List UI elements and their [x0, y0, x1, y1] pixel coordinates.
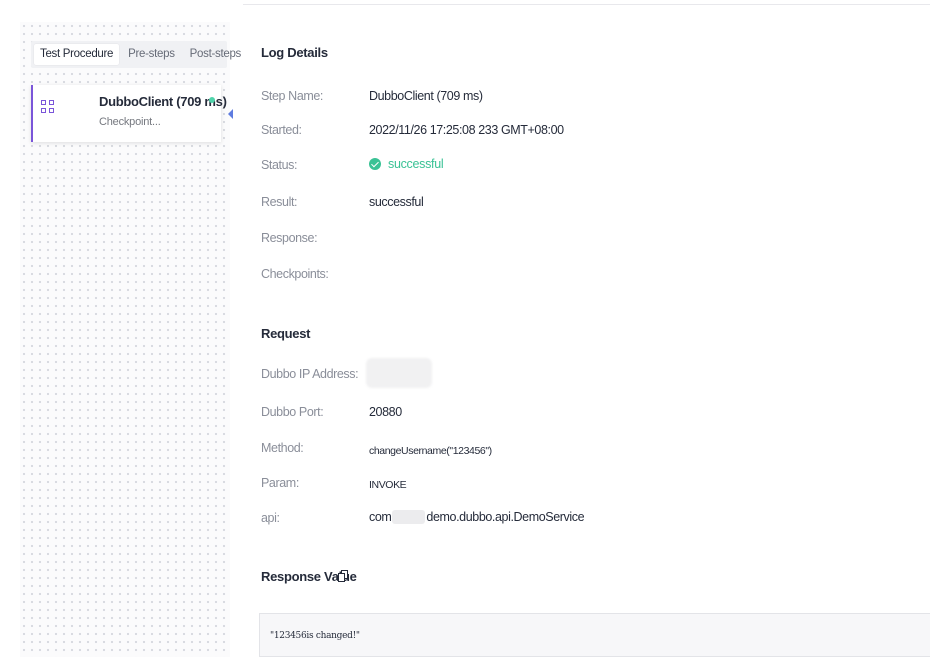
started-value: 2022/11/26 17:25:08 233 GMT+08:00 — [369, 123, 564, 137]
tab-test-procedure[interactable]: Test Procedure — [34, 44, 120, 65]
started-label: Started: — [261, 123, 302, 137]
dubbo-port-value: 20880 — [369, 405, 402, 419]
step-name-label: Step Name: — [261, 89, 324, 103]
result-label: Result: — [261, 195, 298, 209]
grid-icon — [41, 100, 57, 116]
api-label: api: — [261, 511, 280, 525]
api-prefix: com — [369, 510, 392, 524]
response-code-box: "123456is changed!" — [259, 613, 930, 657]
step-title: DubboClient (709 ms) — [99, 94, 227, 109]
step-tabs: Test Procedure Pre-steps Post-steps — [31, 41, 241, 68]
top-divider — [243, 4, 930, 5]
step-status-dot — [209, 97, 215, 103]
collapse-arrow-icon[interactable] — [228, 109, 233, 119]
tab-post-steps[interactable]: Post-steps — [184, 44, 247, 65]
dubbo-ip-label: Dubbo IP Address: — [261, 367, 359, 381]
tab-pre-steps[interactable]: Pre-steps — [122, 44, 181, 65]
log-details-title: Log Details — [261, 45, 328, 60]
checkpoints-label: Checkpoints: — [261, 267, 329, 281]
copy-icon[interactable] — [338, 570, 348, 582]
result-value: successful — [369, 195, 424, 209]
dubbo-port-label: Dubbo Port: — [261, 405, 324, 419]
status-value: successful — [369, 157, 444, 171]
step-subtitle: Checkpoint... — [99, 116, 161, 128]
response-code: "123456is changed!" — [270, 631, 360, 641]
response-label: Response: — [261, 231, 318, 245]
api-value: com demo.dubbo.api.DemoService — [369, 510, 585, 524]
step-name-value: DubboClient (709 ms) — [369, 89, 483, 103]
redacted-api-segment — [392, 510, 426, 524]
redacted-ip-value — [366, 358, 432, 388]
step-card-dubboclient[interactable]: DubboClient (709 ms) Checkpoint... — [31, 85, 227, 142]
param-label: Param: — [261, 476, 299, 490]
status-text: successful — [388, 157, 444, 171]
method-value: changeUsername("123456") — [369, 445, 492, 457]
check-circle-icon — [369, 158, 381, 170]
method-label: Method: — [261, 441, 304, 455]
param-value: INVOKE — [369, 479, 407, 491]
status-label: Status: — [261, 158, 298, 172]
api-suffix: demo.dubbo.api.DemoService — [426, 510, 585, 524]
request-title: Request — [261, 326, 311, 341]
